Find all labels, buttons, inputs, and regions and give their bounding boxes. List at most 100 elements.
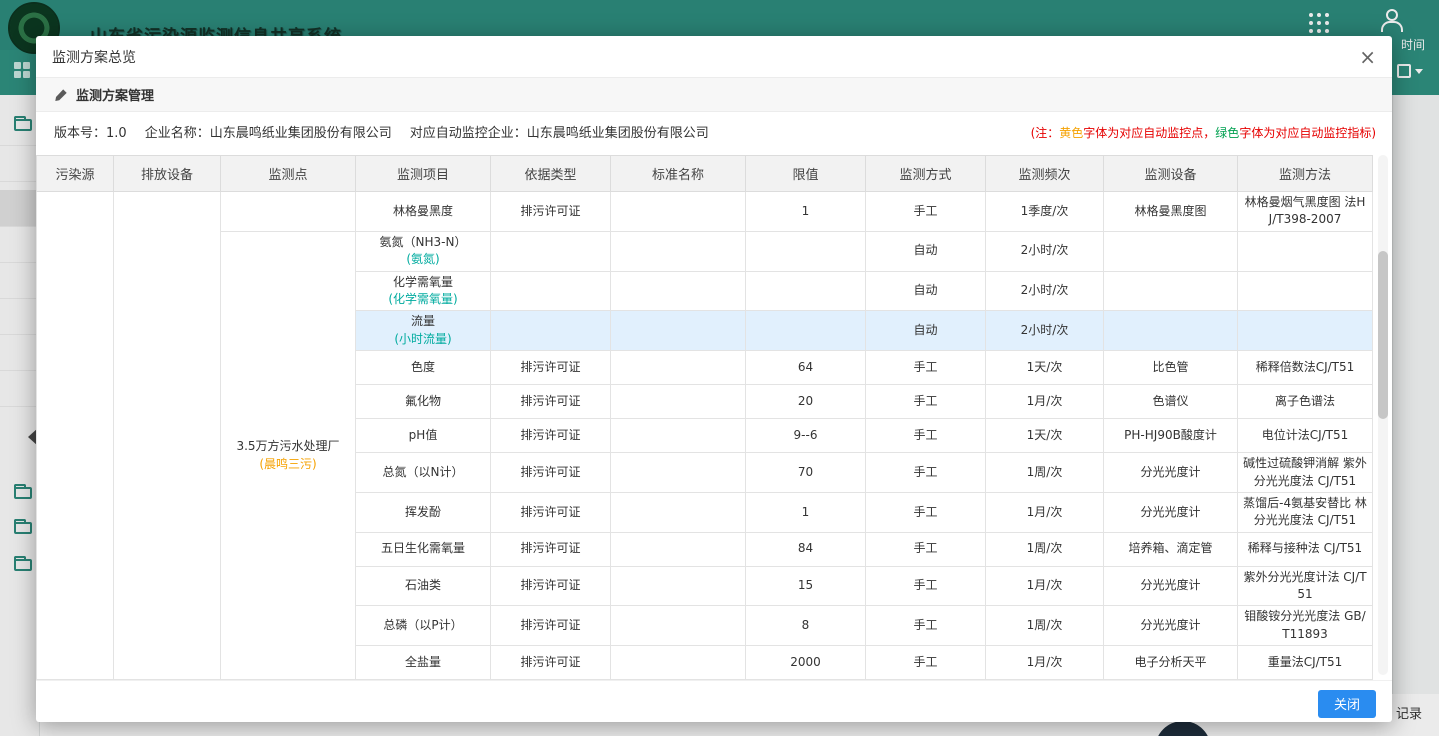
column-header: 标准名称: [611, 156, 746, 192]
plan-table-container: 污染源排放设备监测点监测项目依据类型标准名称限值监测方式监测频次监测设备监测方法…: [36, 155, 1392, 680]
monitor-method-cell: [1238, 231, 1373, 271]
basis-type-cell: 排污许可证: [491, 351, 611, 385]
basis-type-cell: 排污许可证: [491, 385, 611, 419]
plan-info-row: 版本号：1.0 企业名称：山东晨鸣纸业集团股份有限公司 对应自动监控企业：山东晨…: [36, 112, 1392, 147]
column-header: 污染源: [37, 156, 114, 192]
basis-type-cell: 排污许可证: [491, 419, 611, 453]
monitor-frequency-cell: 1周/次: [986, 606, 1104, 646]
version-label: 版本号：1.0: [54, 122, 127, 141]
monitor-frequency-cell: 1天/次: [986, 351, 1104, 385]
table-header-row: 污染源排放设备监测点监测项目依据类型标准名称限值监测方式监测频次监测设备监测方法: [37, 156, 1373, 192]
column-header: 监测方法: [1238, 156, 1373, 192]
monitor-mode-cell: 手工: [866, 419, 986, 453]
column-header: 监测项目: [356, 156, 491, 192]
monitor-method-cell: 碱性过硫酸钾消解 紫外分光光度法 CJ/T51: [1238, 453, 1373, 493]
basis-type-cell: 排污许可证: [491, 646, 611, 680]
standard-name-cell: [611, 351, 746, 385]
limit-value-cell: 84: [746, 532, 866, 566]
basis-type-cell: 排污许可证: [491, 532, 611, 566]
monitor-item-cell: 挥发酚: [356, 492, 491, 532]
monitoring-plan-table: 污染源排放设备监测点监测项目依据类型标准名称限值监测方式监测频次监测设备监测方法…: [36, 155, 1373, 680]
monitor-device-cell: 分光光度计: [1104, 566, 1238, 606]
monitor-item-cell: pH值: [356, 419, 491, 453]
section-title: 监测方案管理: [76, 85, 154, 104]
monitor-device-cell: 比色管: [1104, 351, 1238, 385]
company-label: 企业名称：山东晨鸣纸业集团股份有限公司: [145, 122, 392, 141]
column-header: 监测设备: [1104, 156, 1238, 192]
limit-value-cell: 9--6: [746, 419, 866, 453]
monitor-frequency-cell: 1月/次: [986, 566, 1104, 606]
monitor-frequency-cell: 1月/次: [986, 646, 1104, 680]
monitor-mode-cell: 手工: [866, 192, 986, 232]
monitor-device-cell: 分光光度计: [1104, 606, 1238, 646]
basis-type-cell: 排污许可证: [491, 492, 611, 532]
pencil-icon: [54, 88, 68, 102]
limit-value-cell: 8: [746, 606, 866, 646]
monitor-method-cell: 钼酸铵分光光度法 GB/T11893: [1238, 606, 1373, 646]
monitor-method-cell: 重量法CJ/T51: [1238, 646, 1373, 680]
column-header: 排放设备: [114, 156, 221, 192]
basis-type-cell: 排污许可证: [491, 566, 611, 606]
monitor-method-cell: 紫外分光光度计法 CJ/T51: [1238, 566, 1373, 606]
standard-name-cell: [611, 311, 746, 351]
monitor-frequency-cell: 1周/次: [986, 532, 1104, 566]
close-icon[interactable]: ×: [1359, 47, 1376, 67]
monitor-point-cell: [221, 192, 356, 232]
standard-name-cell: [611, 646, 746, 680]
close-button[interactable]: 关闭: [1318, 690, 1376, 718]
monitor-point-cell: 3.5万方污水处理厂(晨鸣三污): [221, 231, 356, 679]
monitor-item-cell: 总磷（以P计）: [356, 606, 491, 646]
standard-name-cell: [611, 231, 746, 271]
monitor-item-cell: 林格曼黑度: [356, 192, 491, 232]
legend-note: (注：黄色字体为对应自动监控点，绿色字体为对应自动监控指标): [1031, 124, 1376, 141]
monitor-device-cell: 色谱仪: [1104, 385, 1238, 419]
monitor-frequency-cell: 1季度/次: [986, 192, 1104, 232]
monitor-mode-cell: 手工: [866, 492, 986, 532]
monitor-item-cell: 五日生化需氧量: [356, 532, 491, 566]
monitor-item-cell: 石油类: [356, 566, 491, 606]
monitor-item-cell: 流量(小时流量): [356, 311, 491, 351]
scrollbar-thumb[interactable]: [1378, 251, 1388, 419]
basis-type-cell: 排污许可证: [491, 192, 611, 232]
column-header: 监测频次: [986, 156, 1104, 192]
standard-name-cell: [611, 566, 746, 606]
monitor-method-cell: 稀释与接种法 CJ/T51: [1238, 532, 1373, 566]
monitor-method-cell: 林格曼烟气黑度图 法HJ/T398-2007: [1238, 192, 1373, 232]
monitor-item-cell: 全盐量: [356, 646, 491, 680]
monitor-frequency-cell: 1月/次: [986, 385, 1104, 419]
monitor-mode-cell: 自动: [866, 311, 986, 351]
monitor-device-cell: PH-HJ90B酸度计: [1104, 419, 1238, 453]
monitor-item-cell: 氨氮（NH3-N）(氨氮): [356, 231, 491, 271]
monitor-device-cell: [1104, 311, 1238, 351]
basis-type-cell: 排污许可证: [491, 606, 611, 646]
monitor-device-cell: [1104, 231, 1238, 271]
monitor-mode-cell: 手工: [866, 646, 986, 680]
standard-name-cell: [611, 385, 746, 419]
monitor-mode-cell: 手工: [866, 385, 986, 419]
monitor-mode-cell: 手工: [866, 566, 986, 606]
column-header: 依据类型: [491, 156, 611, 192]
modal-title: 监测方案总览: [52, 47, 136, 67]
standard-name-cell: [611, 419, 746, 453]
monitor-mode-cell: 手工: [866, 532, 986, 566]
monitoring-plan-modal: 监测方案总览 × 监测方案管理 版本号：1.0 企业名称：山东晨鸣纸业集团股份有…: [36, 36, 1392, 722]
table-scrollbar: [1378, 155, 1388, 675]
basis-type-cell: [491, 271, 611, 311]
modal-header: 监测方案总览 ×: [36, 36, 1392, 78]
basis-type-cell: 排污许可证: [491, 453, 611, 493]
table-row: 3.5万方污水处理厂(晨鸣三污)氨氮（NH3-N）(氨氮)自动2小时/次: [37, 231, 1373, 271]
limit-value-cell: 1: [746, 492, 866, 532]
monitor-method-cell: 蒸馏后-4氨基安替比 林 分光光度法 CJ/T51: [1238, 492, 1373, 532]
column-header: 监测方式: [866, 156, 986, 192]
limit-value-cell: [746, 311, 866, 351]
monitor-mode-cell: 自动: [866, 231, 986, 271]
column-header: 监测点: [221, 156, 356, 192]
monitor-item-cell: 色度: [356, 351, 491, 385]
monitor-frequency-cell: 2小时/次: [986, 271, 1104, 311]
monitor-device-cell: 电子分析天平: [1104, 646, 1238, 680]
monitor-frequency-cell: 2小时/次: [986, 311, 1104, 351]
monitor-mode-cell: 自动: [866, 271, 986, 311]
monitor-device-cell: 分光光度计: [1104, 453, 1238, 493]
pollution-source-cell: [37, 192, 114, 680]
limit-value-cell: 2000: [746, 646, 866, 680]
